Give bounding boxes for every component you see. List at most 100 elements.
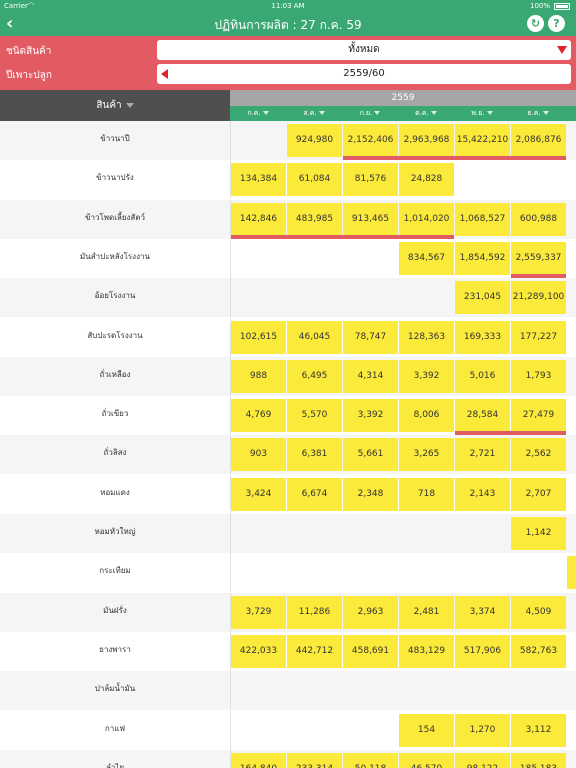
value-cell[interactable]: 3,392 — [343, 399, 398, 433]
table-row[interactable]: มันสำปะหลังโรงงาน 834,567 1,854,592 2,559,3… — [0, 238, 576, 278]
value-cell[interactable]: 6,381 — [287, 438, 342, 472]
value-cell[interactable]: 24,828 — [399, 163, 454, 197]
month-header-3[interactable]: ต.ค. — [398, 106, 454, 121]
table-row[interactable]: อ้อยโรงงาน 231,045 21,289,100 — [0, 278, 576, 318]
value-cell[interactable]: 134,384 — [231, 163, 286, 197]
month-header-0[interactable]: ก.ค. — [230, 106, 286, 121]
table-row[interactable]: ถั่วลิสง 903 6,381 5,661 3,265 2,721 2,562 — [0, 435, 576, 475]
value-cell[interactable]: 458,691 — [343, 634, 398, 668]
value-cell[interactable]: 903 — [231, 438, 286, 472]
value-cell[interactable]: 21,289,100 — [511, 281, 566, 315]
value-cell[interactable]: 1,068,527 — [455, 202, 510, 236]
value-cell[interactable]: 4,509 — [511, 595, 566, 629]
table-row[interactable]: หอมหัวใหญ่ 1,142 — [0, 514, 576, 553]
value-cell[interactable]: 600,988 — [511, 202, 566, 236]
value-cell[interactable]: 27,479 — [511, 399, 566, 433]
value-cell[interactable]: 102,615 — [231, 320, 286, 354]
table-row[interactable]: ข้าวโพดเลี้ยงสัตว์ 142,846 483,985 913,465 1… — [0, 199, 576, 239]
value-cell[interactable]: 185,183 — [511, 752, 566, 768]
value-cell[interactable]: 5,661 — [343, 438, 398, 472]
value-cell[interactable]: 128,363 — [399, 320, 454, 354]
value-cell[interactable]: 1,014,020 — [399, 202, 454, 236]
value-cell[interactable]: 483,985 — [287, 202, 342, 236]
value-cell[interactable]: 2,086,876 — [511, 124, 566, 157]
value-cell[interactable]: 8,006 — [399, 399, 454, 433]
value-cell[interactable]: 98,122 — [455, 752, 510, 768]
value-cell[interactable]: 442,712 — [287, 634, 342, 668]
question-icon[interactable]: ? — [548, 15, 565, 32]
value-cell[interactable]: 1,142 — [511, 517, 566, 550]
value-cell[interactable]: 28,584 — [455, 399, 510, 433]
value-cell[interactable]: 2,721 — [455, 438, 510, 472]
value-cell[interactable]: 142,846 — [231, 202, 286, 236]
value-cell[interactable]: 50,118 — [343, 752, 398, 768]
month-header-5[interactable]: ธ.ค. — [510, 106, 566, 121]
value-cell[interactable]: 2,559,337 — [511, 241, 566, 275]
value-cell[interactable]: 3,265 — [399, 438, 454, 472]
value-cell[interactable]: 154 — [399, 713, 454, 747]
value-cell[interactable]: 2,481 — [399, 595, 454, 629]
value-cell[interactable]: 164,840 — [231, 752, 286, 768]
value-cell[interactable]: 483,129 — [399, 634, 454, 668]
month-header-2[interactable]: ก.ย. — [342, 106, 398, 121]
table-row[interactable]: ถั่วเหลือง 988 6,495 4,314 3,392 5,016 1,793 — [0, 356, 576, 396]
value-cell[interactable]: 233,314 — [287, 752, 342, 768]
value-cell[interactable]: 1,793 — [511, 359, 566, 393]
value-cell[interactable]: 3,112 — [511, 713, 566, 747]
value-cell[interactable]: 169,333 — [455, 320, 510, 354]
value-cell[interactable]: 46,570 — [399, 752, 454, 768]
table-row[interactable]: มันฝรั่ง 3,729 11,286 2,963 2,481 3,374 4,509 — [0, 592, 576, 632]
value-cell[interactable]: 6,495 — [287, 359, 342, 393]
value-cell[interactable]: 78,747 — [343, 320, 398, 354]
value-cell[interactable]: 2,152,406 — [343, 124, 398, 157]
value-cell[interactable]: 3,729 — [231, 595, 286, 629]
value-cell[interactable]: 924,980 — [287, 124, 342, 157]
value-cell[interactable]: 422,033 — [231, 634, 286, 668]
refresh-icon[interactable]: ↻ — [527, 15, 544, 32]
table-row[interactable]: ยางพารา 422,033 442,712 458,691 483,129 517,9… — [0, 631, 576, 671]
value-cell[interactable]: 2,143 — [455, 477, 510, 511]
value-cell[interactable]: 2,707 — [511, 477, 566, 511]
table-row[interactable]: ปาล์มน้ำมัน — [0, 671, 576, 711]
value-cell[interactable]: 61,084 — [287, 163, 342, 197]
crop-year-select[interactable]: 2559/60 — [157, 64, 571, 84]
value-cell[interactable]: 4,314 — [343, 359, 398, 393]
value-cell[interactable]: 913,465 — [343, 202, 398, 236]
value-cell[interactable]: 231,045 — [455, 281, 510, 315]
month-header-4[interactable]: พ.ย. — [454, 106, 510, 121]
value-cell[interactable]: 1,270 — [455, 713, 510, 747]
product-type-select[interactable]: ทั้งหมด — [157, 40, 571, 60]
value-cell[interactable]: 5,570 — [287, 399, 342, 433]
value-cell[interactable]: 517,906 — [455, 634, 510, 668]
value-cell[interactable]: 5,016 — [455, 359, 510, 393]
table-row[interactable]: ข้าวนาปี 924,980 2,152,406 2,963,968 15,422,… — [0, 121, 576, 160]
value-cell[interactable]: 3,424 — [231, 477, 286, 511]
value-cell[interactable]: 1,854,592 — [455, 241, 510, 275]
table-row[interactable]: หอมแดง 3,424 6,674 2,348 718 2,143 2,707 — [0, 474, 576, 514]
value-cell[interactable]: 3,392 — [399, 359, 454, 393]
value-cell[interactable]: 834,567 — [399, 241, 454, 275]
value-cell[interactable]: 2,963,968 — [399, 124, 454, 157]
product-column-header[interactable]: สินค้า — [0, 90, 230, 121]
value-cell[interactable]: 11,286 — [287, 595, 342, 629]
value-cell[interactable]: 177,227 — [511, 320, 566, 354]
value-cell[interactable]: 6,674 — [287, 477, 342, 511]
value-cell[interactable]: 718 — [399, 477, 454, 511]
value-cell[interactable]: 582,763 — [511, 634, 566, 668]
value-cell[interactable]: 2,348 — [343, 477, 398, 511]
value-cell[interactable]: 81,576 — [343, 163, 398, 197]
value-cell[interactable]: 3,374 — [455, 595, 510, 629]
value-cell[interactable]: 988 — [231, 359, 286, 393]
value-cell[interactable]: 15,422,210 — [455, 124, 510, 157]
table-row[interactable]: ข้าวนาปรัง 134,384 61,084 81,576 24,828 — [0, 160, 576, 200]
table-row[interactable]: สับปะรดโรงงาน 102,615 46,045 78,747 128,363 1… — [0, 317, 576, 357]
table-row[interactable]: ลำไย 164,840233,31450,11846,57098,122185,… — [0, 749, 576, 768]
value-cell[interactable]: 2,963 — [343, 595, 398, 629]
value-cell[interactable]: 2,562 — [511, 438, 566, 472]
value-cell[interactable]: 46,045 — [287, 320, 342, 354]
month-header-1[interactable]: ส.ค. — [286, 106, 342, 121]
value-cell[interactable]: 4,769 — [231, 399, 286, 433]
table-row[interactable]: กระเทียม — [0, 553, 576, 593]
table-row[interactable]: ถั่วเขียว 4,769 5,570 3,392 8,006 28,584 27,47… — [0, 396, 576, 436]
table-row[interactable]: กาแฟ 154 1,270 3,112 — [0, 710, 576, 750]
